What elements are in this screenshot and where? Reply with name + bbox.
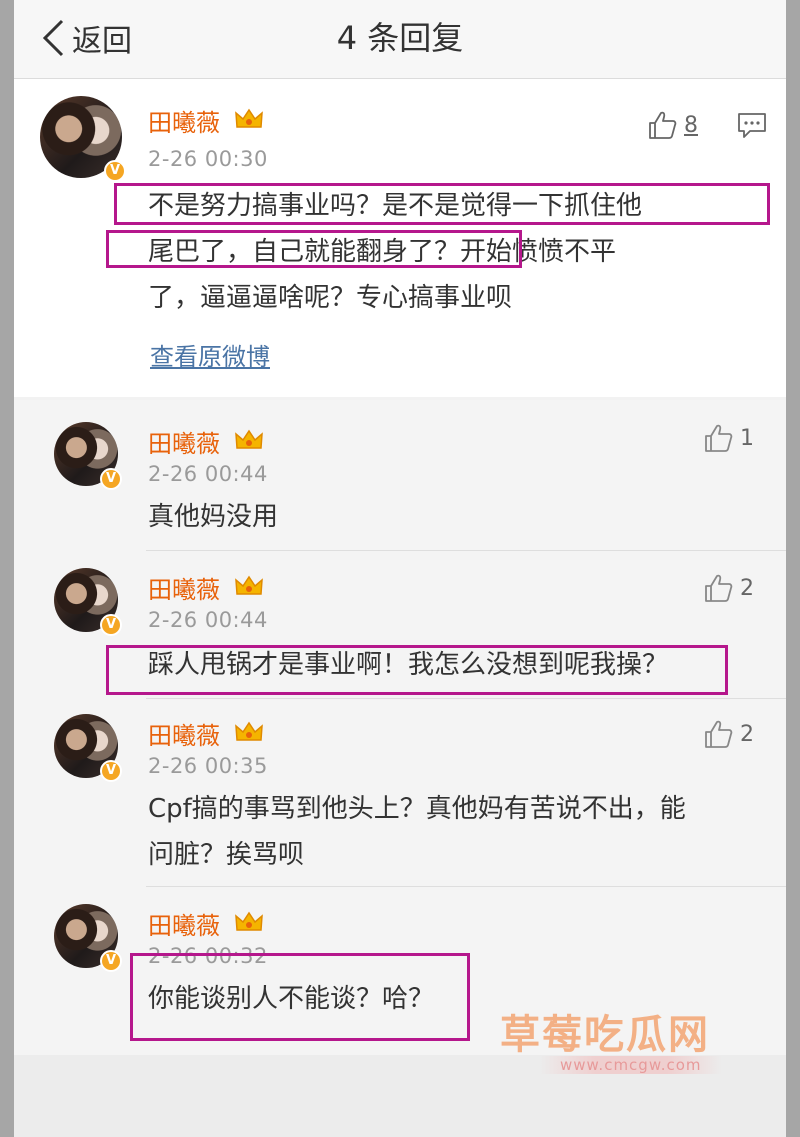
reply-list: V 田曦薇 2-26 00:44 1 真他妈没用 V 田曦薇 2-26 00:4…: [14, 400, 786, 1055]
like-button[interactable]: 2: [702, 718, 754, 750]
comment-line: Cpf搞的事骂到他头上？真他妈有苦说不出，能: [148, 794, 686, 824]
avatar[interactable]: V: [54, 904, 122, 972]
comment-text: Cpf搞的事骂到他头上？真他妈有苦说不出，能 问脏？挨骂呗: [148, 786, 686, 878]
crown-icon: [235, 429, 263, 449]
comment-line: 不是努力搞事业吗？是不是觉得一下抓住他: [148, 191, 643, 221]
comment-text: 真他妈没用: [148, 494, 278, 540]
crown-icon: [235, 108, 263, 128]
verified-badge-icon: V: [100, 468, 122, 490]
comment-text: 你能谈别人不能谈？哈？: [148, 976, 434, 1022]
user-name[interactable]: 田曦薇: [148, 906, 220, 941]
like-button[interactable]: 2: [702, 572, 754, 604]
comment-text: 不是努力搞事业吗？是不是觉得一下抓住他 尾巴了，自己就能翻身了？开始愤愤不平 了…: [148, 183, 642, 321]
avatar[interactable]: V: [54, 714, 122, 782]
like-count: 2: [740, 721, 754, 747]
comment-text: 踩人甩锅才是事业啊！我怎么没想到呢我操？: [148, 642, 668, 688]
like-count: 1: [740, 425, 754, 451]
comment-line: 尾巴了，自己就能翻身了？开始愤愤不平: [148, 237, 617, 267]
comment-time: 2-26 00:44: [148, 462, 268, 486]
crown-icon: [235, 721, 263, 741]
divider: [146, 550, 786, 551]
comment-time: 2-26 00:32: [148, 944, 268, 968]
avatar[interactable]: V: [40, 96, 126, 182]
view-original-link[interactable]: 查看原微博: [150, 337, 270, 372]
user-name[interactable]: 田曦薇: [148, 570, 220, 605]
thumb-up-icon: [705, 574, 733, 602]
page-title: 4 条回复: [336, 19, 464, 57]
comment-time: 2-26 00:44: [148, 608, 268, 632]
comment-line: 真他妈没用: [148, 502, 279, 532]
nav-bar: 返回 4 条回复: [14, 0, 786, 79]
like-count: 2: [740, 575, 754, 601]
avatar[interactable]: V: [54, 422, 122, 490]
thumb-up-icon: [649, 111, 677, 139]
comment-line: 踩人甩锅才是事业啊！我怎么没想到呢我操？: [148, 650, 669, 680]
comment-line: 你能谈别人不能谈？哈？: [148, 984, 435, 1014]
screen-edge-left: [0, 0, 14, 1137]
like-button[interactable]: 1: [702, 422, 754, 454]
user-name[interactable]: 田曦薇: [148, 716, 220, 751]
user-name[interactable]: 田曦薇: [148, 103, 220, 138]
divider: [146, 886, 786, 887]
verified-badge-icon: V: [100, 950, 122, 972]
avatar[interactable]: V: [54, 568, 122, 636]
comment-time: 2-26 00:35: [148, 754, 268, 778]
verified-badge-icon: V: [100, 614, 122, 636]
comment-line: 问脏？挨骂呗: [148, 840, 305, 870]
crown-icon: [235, 575, 263, 595]
thumb-up-icon: [705, 720, 733, 748]
comment-time: 2-26 00:30: [148, 147, 268, 171]
like-button[interactable]: 8: [646, 109, 698, 141]
watermark-url: www.cmcgw.com: [540, 1056, 722, 1074]
verified-badge-icon: V: [100, 760, 122, 782]
watermark-title: 草莓吃瓜网: [500, 1012, 710, 1058]
comment-line: 了，逼逼逼啥呢？专心搞事业呗: [148, 283, 513, 313]
divider: [146, 698, 786, 699]
app-screen: 返回 4 条回复 V 田曦薇 2-26 00:30 8 不是努力搞事业吗？是不是…: [14, 0, 786, 1137]
site-watermark: 草莓吃瓜网 www.cmcgw.com: [500, 1002, 750, 1082]
screen-edge-right: [786, 0, 800, 1137]
crown-icon: [235, 911, 263, 931]
verified-badge-icon: V: [104, 160, 126, 182]
main-comment: V 田曦薇 2-26 00:30 8 不是努力搞事业吗？是不是觉得一下抓住他 尾…: [14, 79, 786, 397]
comment-icon[interactable]: [736, 109, 768, 141]
user-name[interactable]: 田曦薇: [148, 424, 220, 459]
like-count: 8: [684, 112, 698, 138]
thumb-up-icon: [705, 424, 733, 452]
